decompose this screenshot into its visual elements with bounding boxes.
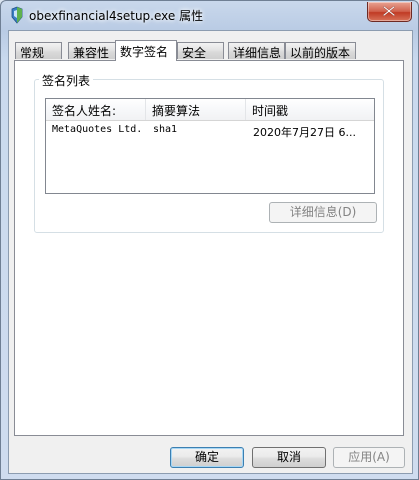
signer-name-cell: MetaQuotes Ltd. [52, 124, 143, 135]
column-digest-algorithm[interactable]: 摘要算法 [146, 99, 246, 120]
window-title: obexfinancial4setup.exe 属性 [29, 9, 204, 23]
apply-button[interactable]: 应用(A) [333, 447, 405, 468]
tab-details[interactable]: 详细信息 [228, 42, 285, 60]
signature-list-header: 签名人姓名: 摘要算法 时间戳 [46, 99, 374, 121]
cancel-button[interactable]: 取消 [252, 447, 326, 468]
tab-previous-versions[interactable]: 以前的版本 [285, 42, 356, 60]
tab-security[interactable]: 安全 [177, 42, 224, 60]
title-bar[interactable]: obexfinancial4setup.exe 属性 [1, 1, 418, 29]
properties-window: obexfinancial4setup.exe 属性 常规 兼容性 数字签名 安… [0, 0, 419, 480]
digest-algorithm-cell: sha1 [153, 124, 178, 135]
signature-list-label: 签名列表 [39, 72, 94, 89]
details-button[interactable]: 详细信息(D) [269, 202, 377, 223]
column-signer-name[interactable]: 签名人姓名: [46, 99, 146, 120]
column-timestamp[interactable]: 时间戳 [246, 99, 374, 120]
close-button[interactable] [367, 2, 412, 22]
tab-general[interactable]: 常规 [15, 42, 62, 60]
table-row[interactable]: MetaQuotes Ltd. sha1 2020年7月27日 6... [46, 122, 374, 140]
dialog-client-area: 常规 兼容性 数字签名 安全 详细信息 以前的版本 签名列表 签名人姓名: 摘要… [8, 30, 413, 474]
tab-panel-digital-signatures: 签名列表 签名人姓名: 摘要算法 时间戳 MetaQuotes Ltd. sha… [14, 60, 404, 436]
signature-list[interactable]: 签名人姓名: 摘要算法 时间戳 MetaQuotes Ltd. sha1 202… [45, 98, 375, 194]
close-icon [383, 6, 395, 16]
tab-digital-signatures[interactable]: 数字签名 [115, 40, 177, 61]
tab-compatibility[interactable]: 兼容性 [68, 42, 116, 60]
ok-button[interactable]: 确定 [170, 447, 244, 468]
tab-strip: 常规 兼容性 数字签名 安全 详细信息 以前的版本 [15, 40, 405, 61]
app-icon [11, 6, 23, 24]
timestamp-cell: 2020年7月27日 6... [253, 126, 356, 139]
